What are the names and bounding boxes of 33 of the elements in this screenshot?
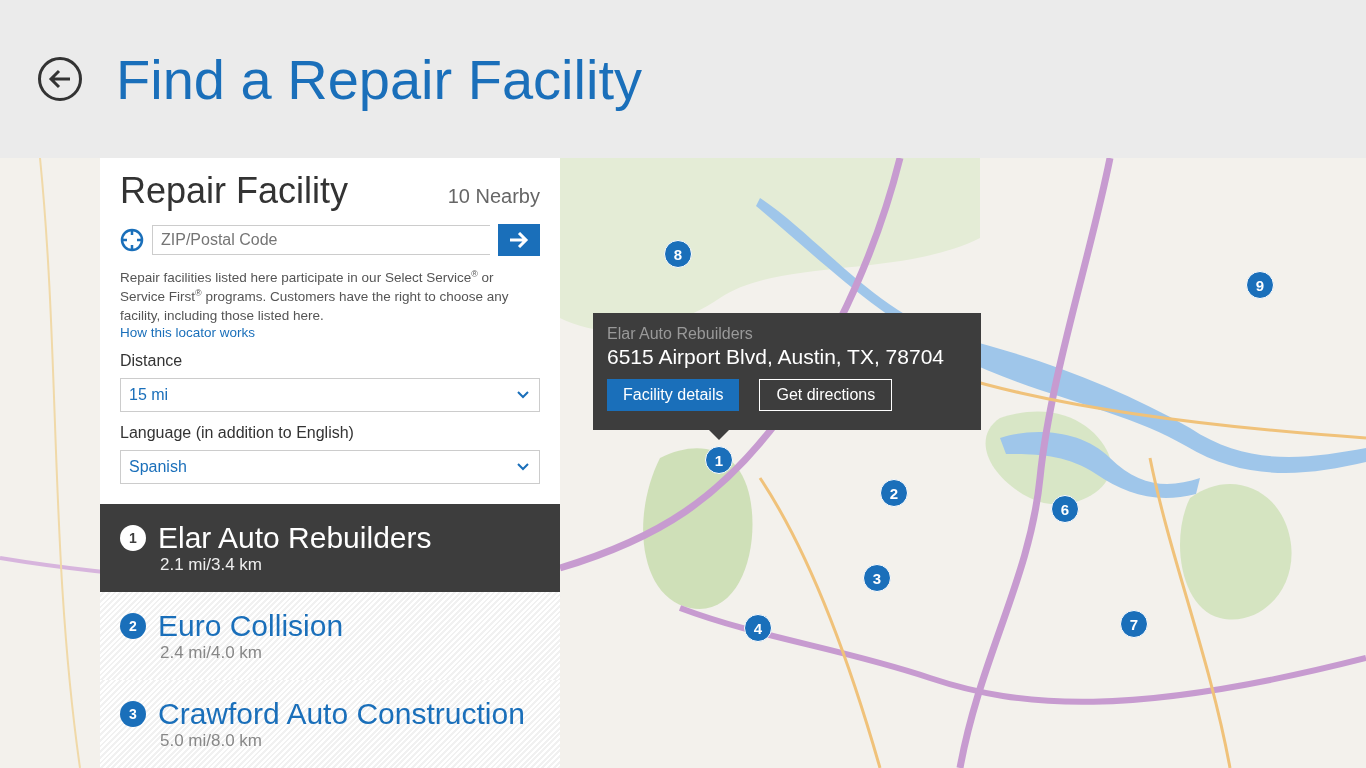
locator-info-link[interactable]: How this locator works [120, 325, 256, 340]
facility-item[interactable]: 1 Elar Auto Rebuilders 2.1 mi/3.4 km [100, 504, 560, 592]
facility-distance: 5.0 mi/8.0 km [160, 731, 263, 751]
language-dropdown[interactable]: Spanish [120, 450, 540, 484]
facility-distance: 2.1 mi/3.4 km [160, 555, 263, 575]
disclaimer-text: Repair facilities listed here participate in our Select Service$^{®}$ or Service First$^{®}$ programs. Customers have the right to choose any facility, including those listed here. [120, 268, 510, 325]
locate-icon[interactable] [120, 228, 144, 252]
distance-label: Distance [120, 352, 183, 370]
distance-dropdown[interactable]: 15 mi [120, 378, 540, 412]
chevron-down-icon [517, 391, 529, 399]
get-directions-button[interactable]: Get directions [759, 379, 893, 411]
back-arrow-icon [48, 69, 72, 89]
language-label: Language (in addition to English) [120, 424, 354, 442]
facility-distance: 2.4 mi/4.0 km [160, 643, 263, 663]
chevron-down-icon [517, 463, 529, 471]
popup-facility-name: Elar Auto Rebuilders [607, 325, 753, 343]
page-title: Find a Repair Facility [116, 46, 642, 112]
facility-name: Elar Auto Rebuilders [158, 521, 432, 555]
facility-name: Euro Collision [158, 609, 344, 643]
facility-details-button[interactable]: Facility details [607, 379, 740, 411]
number-badge: 1 [120, 525, 146, 551]
nearby-count: 10 Nearby [447, 185, 540, 208]
number-badge: 3 [120, 701, 146, 727]
facility-name: Crawford Auto Construction [158, 697, 525, 731]
popup-address: 6515 Airport Blvd, Austin, TX, 78704 [607, 345, 944, 369]
search-button[interactable] [498, 224, 540, 256]
number-badge: 2 [120, 613, 146, 639]
zip-field[interactable]: ZIP/Postal Code [152, 225, 490, 255]
facility-item[interactable]: 2 Euro Collision 2.4 mi/4.0 km [100, 592, 560, 680]
arrow-icon [509, 232, 529, 248]
panel-title: Repair Facility [120, 170, 349, 212]
facility-item[interactable]: 3 Crawford Auto Construction 5.0 mi/8.0 km [100, 680, 560, 768]
back-button[interactable] [38, 57, 82, 101]
